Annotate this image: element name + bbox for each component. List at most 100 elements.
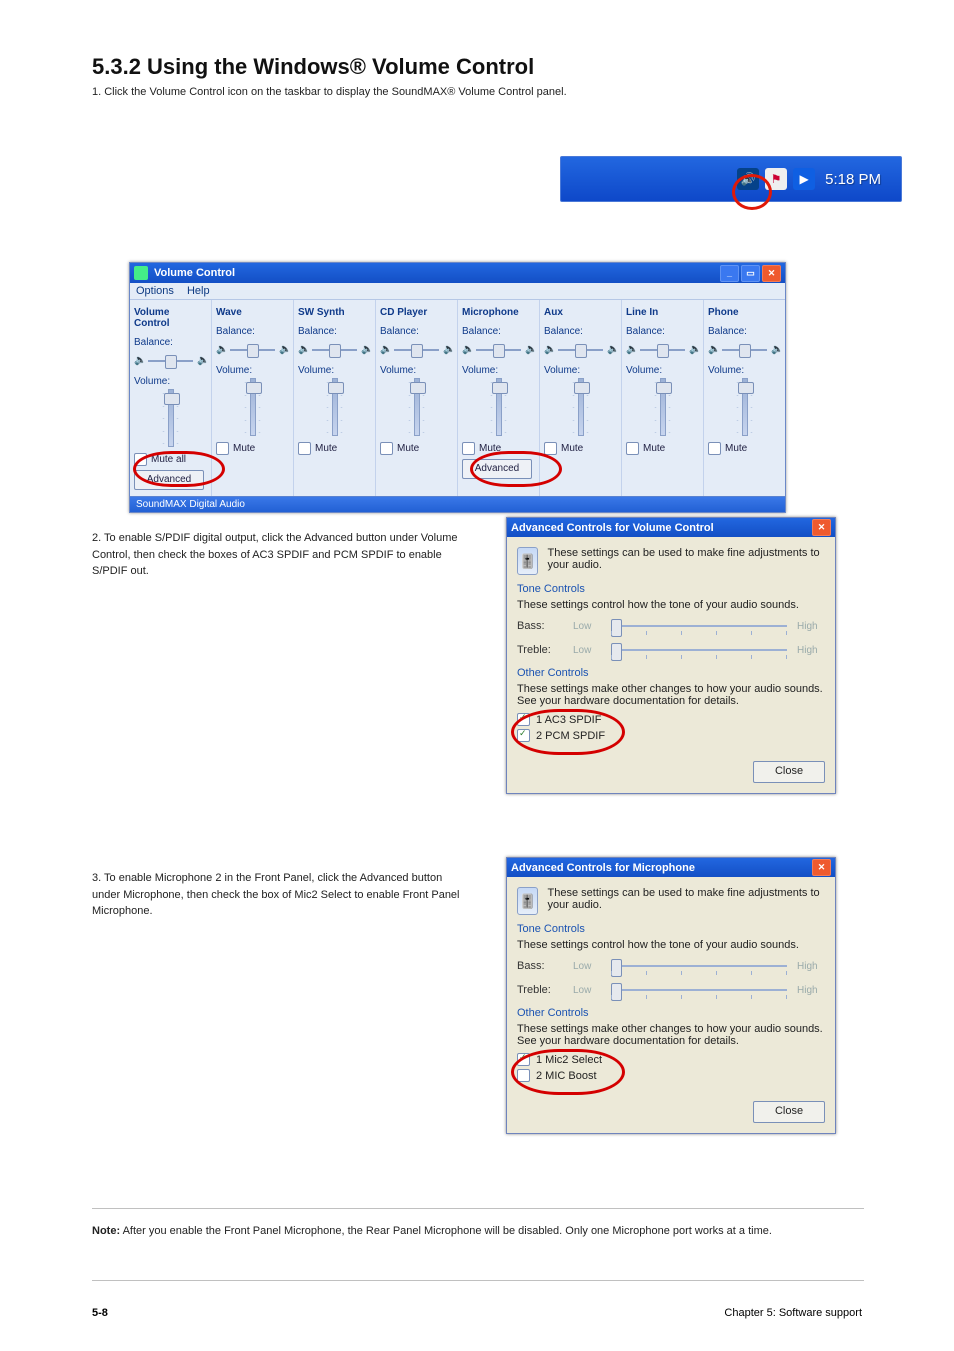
treble-label: Treble:	[517, 644, 563, 656]
advanced-button[interactable]: Advanced	[462, 459, 532, 479]
treble-label-2: Treble:	[517, 984, 563, 996]
volume-label: Volume:	[462, 365, 535, 376]
chapter-label: Chapter 5: Software support	[724, 1307, 862, 1319]
maximize-button[interactable]: ▭	[741, 265, 760, 282]
balance-slider[interactable]: 🔈🔈	[544, 339, 617, 361]
note: Note: After you enable the Front Panel M…	[92, 1223, 812, 1240]
bass-high: High	[797, 621, 825, 632]
adv-mic-close-x[interactable]: ✕	[812, 859, 831, 876]
speaker-right-icon: 🔈	[525, 344, 535, 356]
volume-label: Volume:	[380, 365, 453, 376]
tray-icon-2[interactable]: ⚑	[765, 168, 787, 190]
balance-slider[interactable]: 🔈🔈	[216, 339, 289, 361]
tray-clock: 5:18 PM	[825, 171, 881, 188]
channel-volume-control: Volume ControlBalance:🔈🔈Volume:---------…	[130, 300, 212, 496]
mute-checkbox[interactable]	[380, 442, 393, 455]
balance-label: Balance:	[134, 337, 207, 348]
volume-slider[interactable]: ----------	[380, 378, 453, 438]
mute-checkbox[interactable]	[626, 442, 639, 455]
mute-label: Mute all	[151, 454, 186, 465]
mute-label: Mute	[479, 443, 501, 454]
taskbar: 🔊 ⚑ ▶ 5:18 PM	[560, 156, 902, 202]
volume-slider[interactable]: ----------	[298, 378, 371, 438]
speaker-right-icon: 🔈	[279, 344, 289, 356]
volume-slider[interactable]: ----------	[544, 378, 617, 438]
volume-label: Volume:	[626, 365, 699, 376]
mic2-select-checkbox[interactable]	[517, 1053, 530, 1066]
adv-mic-close-button[interactable]: Close	[753, 1101, 825, 1123]
balance-slider[interactable]: 🔈🔈	[708, 339, 781, 361]
pcm-spdif-checkbox[interactable]	[517, 729, 530, 742]
treble-slider[interactable]	[611, 641, 787, 659]
channel-name: Aux	[544, 305, 617, 322]
step-1: 1. Click the Volume Control icon on the …	[92, 84, 592, 101]
mute-checkbox[interactable]	[298, 442, 311, 455]
bass-high-2: High	[797, 961, 825, 972]
mute-checkbox[interactable]	[134, 453, 147, 466]
volume-slider[interactable]: ----------	[134, 389, 207, 449]
balance-label: Balance:	[626, 326, 699, 337]
channel-aux: AuxBalance:🔈🔈Volume:----------Mute	[540, 300, 622, 496]
balance-slider[interactable]: 🔈🔈	[380, 339, 453, 361]
adv-mic-intro: These settings can be used to make fine …	[548, 887, 825, 911]
menu-bar: Options Help	[130, 283, 785, 300]
titlebar[interactable]: Volume Control _ ▭ ✕	[130, 263, 785, 283]
mute-checkbox[interactable]	[216, 442, 229, 455]
volume-slider[interactable]: ----------	[626, 378, 699, 438]
menu-options[interactable]: Options	[136, 285, 174, 297]
speaker-right-icon: 🔈	[361, 344, 371, 356]
channel-name: Line In	[626, 305, 699, 322]
note-text: After you enable the Front Panel Microph…	[123, 1225, 772, 1237]
mute-label: Mute	[233, 443, 255, 454]
adv-vol-close-button[interactable]: Close	[753, 761, 825, 783]
balance-slider[interactable]: 🔈🔈	[462, 339, 535, 361]
minimize-button[interactable]: _	[720, 265, 739, 282]
other-controls-heading: Other Controls	[517, 667, 825, 679]
adv-vol-close-x[interactable]: ✕	[812, 519, 831, 536]
close-button[interactable]: ✕	[762, 265, 781, 282]
tray-volume-icon[interactable]: 🔊	[737, 168, 759, 190]
adv-vol-title: Advanced Controls for Volume Control	[511, 522, 714, 534]
mute-checkbox[interactable]	[708, 442, 721, 455]
treble-slider-2[interactable]	[611, 981, 787, 999]
volume-label: Volume:	[708, 365, 781, 376]
bass-slider[interactable]	[611, 617, 787, 635]
balance-slider[interactable]: 🔈🔈	[134, 350, 207, 372]
step-2: 2. To enable S/PDIF digital output, clic…	[92, 530, 472, 580]
advanced-mic-dialog: Advanced Controls for Microphone ✕ 🎚️ Th…	[506, 857, 836, 1134]
volume-control-window: Volume Control _ ▭ ✕ Options Help Volume…	[129, 262, 786, 513]
volume-slider[interactable]: ----------	[462, 378, 535, 438]
separator-2	[92, 1280, 864, 1281]
tone-controls-heading-2: Tone Controls	[517, 923, 825, 935]
adv-vol-titlebar[interactable]: Advanced Controls for Volume Control ✕	[507, 518, 835, 537]
menu-help[interactable]: Help	[187, 285, 210, 297]
volume-slider[interactable]: ----------	[708, 378, 781, 438]
bass-label-2: Bass:	[517, 960, 563, 972]
balance-slider[interactable]: 🔈🔈	[298, 339, 371, 361]
mute-label: Mute	[397, 443, 419, 454]
mixer-body: Volume ControlBalance:🔈🔈Volume:---------…	[130, 300, 785, 496]
mic-boost-label: 2 MIC Boost	[536, 1070, 597, 1082]
channel-wave: WaveBalance:🔈🔈Volume:----------Mute	[212, 300, 294, 496]
treble-low-2: Low	[573, 985, 601, 996]
speaker-left-icon: 🔈	[462, 344, 472, 356]
tone-controls-heading: Tone Controls	[517, 583, 825, 595]
speaker-left-icon: 🔈	[380, 344, 390, 356]
balance-slider[interactable]: 🔈🔈	[626, 339, 699, 361]
advanced-button[interactable]: Advanced	[134, 470, 204, 490]
volume-slider[interactable]: ----------	[216, 378, 289, 438]
mute-checkbox[interactable]	[544, 442, 557, 455]
volume-label: Volume:	[216, 365, 289, 376]
ac3-spdif-checkbox[interactable]	[517, 713, 530, 726]
pcm-spdif-label: 2 PCM SPDIF	[536, 730, 605, 742]
mute-checkbox[interactable]	[462, 442, 475, 455]
tone-controls-desc-2: These settings control how the tone of y…	[517, 939, 825, 951]
channel-phone: PhoneBalance:🔈🔈Volume:----------Mute	[704, 300, 785, 496]
adv-mic-titlebar[interactable]: Advanced Controls for Microphone ✕	[507, 858, 835, 877]
speaker-left-icon: 🔈	[544, 344, 554, 356]
mic-boost-checkbox[interactable]	[517, 1069, 530, 1082]
tray-icon-3[interactable]: ▶	[793, 168, 815, 190]
treble-high-2: High	[797, 985, 825, 996]
bass-low: Low	[573, 621, 601, 632]
bass-slider-2[interactable]	[611, 957, 787, 975]
